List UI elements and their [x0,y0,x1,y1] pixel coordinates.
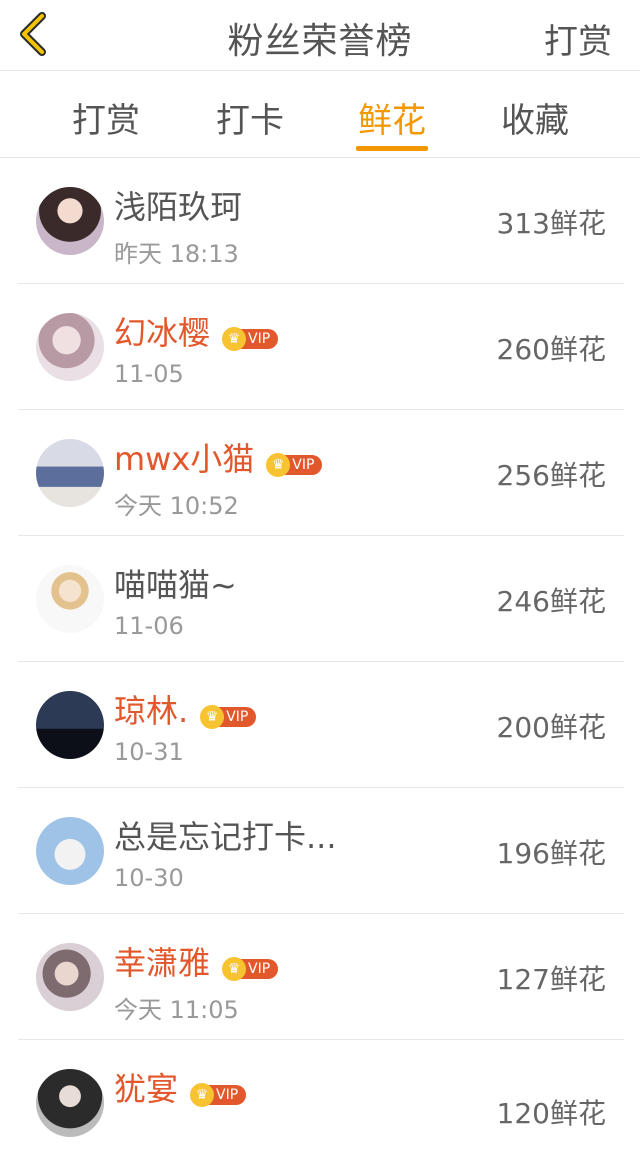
fan-name: mwx小猫 ♛ VIP [114,434,323,480]
tab-bar: 打赏 打卡 鲜花 收藏 [0,71,640,158]
list-item[interactable]: 琼林. ♛ VIP 10-31 200鲜花 [18,662,624,788]
top-bar: 粉丝荣誉榜 打赏 [0,0,640,71]
fan-time: 11-05 [114,360,184,388]
avatar [36,565,104,633]
fan-score: 120鲜花 [496,1097,606,1130]
fan-score: 260鲜花 [496,333,606,366]
crown-icon: ♛ [222,327,247,351]
fan-score: 313鲜花 [496,207,606,240]
avatar [36,691,104,759]
tab-reward[interactable]: 打赏 [72,93,140,149]
list-item[interactable]: 犹宴 ♛ VIP 120鲜花 [18,1040,624,1165]
vip-badge: ♛ VIP [222,948,279,981]
fan-score: 246鲜花 [496,585,606,618]
fan-name: 浅陌玖珂 [114,188,243,226]
vip-badge: ♛ VIP [200,696,257,729]
crown-icon: ♛ [222,957,247,981]
crown-icon: ♛ [190,1083,215,1107]
fan-time: 10-30 [114,864,184,892]
fan-name: 幻冰樱 ♛ VIP [114,308,279,354]
fan-score: 127鲜花 [496,963,606,996]
list-item[interactable]: 喵喵猫~ 11-06 246鲜花 [18,536,624,662]
avatar [36,943,104,1011]
fan-name: 总是忘记打卡... [114,818,337,856]
list-item[interactable]: mwx小猫 ♛ VIP 今天 10:52 256鲜花 [18,410,624,536]
vip-badge: ♛ VIP [266,444,323,477]
avatar [36,313,104,381]
crown-icon: ♛ [200,705,225,729]
list-item[interactable]: 总是忘记打卡... 10-30 196鲜花 [18,788,624,914]
list-item[interactable]: 浅陌玖珂 昨天 18:13 313鲜花 [18,158,624,284]
fan-time: 10-31 [114,738,184,766]
fan-score: 196鲜花 [496,837,606,870]
list-item[interactable]: 幸潇雅 ♛ VIP 今天 11:05 127鲜花 [18,914,624,1040]
fan-name: 琼林. ♛ VIP [114,686,257,732]
fan-time: 昨天 18:13 [114,240,239,268]
fan-name: 喵喵猫~ [114,566,237,604]
tab-checkin[interactable]: 打卡 [216,93,284,149]
fan-name: 幸潇雅 ♛ VIP [114,938,279,984]
fan-time: 今天 11:05 [114,996,239,1024]
vip-badge: ♛ VIP [190,1074,247,1107]
tab-favorites[interactable]: 收藏 [501,93,569,149]
list-item[interactable]: 幻冰樱 ♛ VIP 11-05 260鲜花 [18,284,624,410]
tab-flowers[interactable]: 鲜花 [356,93,428,151]
avatar [36,187,104,255]
avatar [36,817,104,885]
fan-score: 256鲜花 [496,459,606,492]
fan-time: 11-06 [114,612,184,640]
fan-name: 犹宴 ♛ VIP [114,1064,247,1110]
fan-time: 今天 10:52 [114,492,239,520]
vip-badge: ♛ VIP [222,318,279,351]
fan-score: 200鲜花 [496,711,606,744]
reward-button[interactable]: 打赏 [544,14,612,63]
avatar [36,1069,104,1137]
avatar [36,439,104,507]
